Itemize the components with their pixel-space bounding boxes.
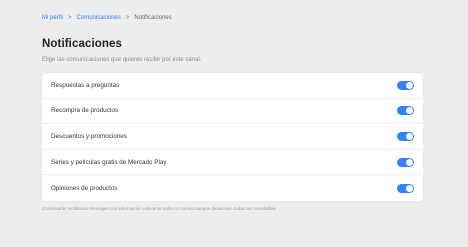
setting-label: Recompra de productos: [51, 107, 119, 115]
settings-card: Respuestas a preguntas Recompra de produ…: [42, 73, 423, 201]
setting-label: Respuestas a preguntas: [51, 81, 120, 89]
breadcrumb-current: Notificaciones: [134, 15, 172, 21]
setting-row-opiniones: Opiniones de productos: [42, 175, 423, 201]
setting-label: Descuentos y promociones: [51, 132, 127, 140]
series-toggle[interactable]: [397, 157, 414, 167]
toggle-knob: [406, 107, 413, 115]
toggle-knob: [406, 158, 413, 166]
setting-row-series: Series y películas gratis de Mercado Pla…: [42, 150, 423, 176]
notifications-page: Mi perfil > Comunicaciones > Notificacio…: [0, 0, 468, 247]
setting-row-descuentos: Descuentos y promociones: [42, 124, 423, 150]
toggle-knob: [406, 132, 413, 140]
opiniones-toggle[interactable]: [397, 183, 414, 193]
toggle-knob: [406, 184, 413, 192]
setting-row-recompra: Recompra de productos: [42, 99, 423, 125]
setting-label: Opiniones de productos: [51, 184, 118, 192]
breadcrumb-separator: >: [125, 15, 130, 21]
toggle-knob: [406, 81, 413, 89]
breadcrumb-comunicaciones[interactable]: Comunicaciones: [77, 15, 121, 21]
footnote-text: Continuarás recibiendo mensajes con info…: [42, 206, 277, 211]
page-subtitle: Elige las comunicaciones que quieres rec…: [42, 57, 202, 63]
breadcrumb: Mi perfil > Comunicaciones > Notificacio…: [42, 15, 172, 21]
setting-row-respuestas: Respuestas a preguntas: [42, 73, 423, 99]
breadcrumb-mi-perfil[interactable]: Mi perfil: [42, 15, 63, 21]
setting-label: Series y películas gratis de Mercado Pla…: [51, 158, 167, 166]
breadcrumb-separator: >: [68, 15, 72, 21]
recompra-toggle[interactable]: [397, 106, 414, 116]
page-title: Notificaciones: [42, 38, 123, 50]
descuentos-toggle[interactable]: [397, 131, 414, 141]
respuestas-toggle[interactable]: [397, 80, 414, 90]
